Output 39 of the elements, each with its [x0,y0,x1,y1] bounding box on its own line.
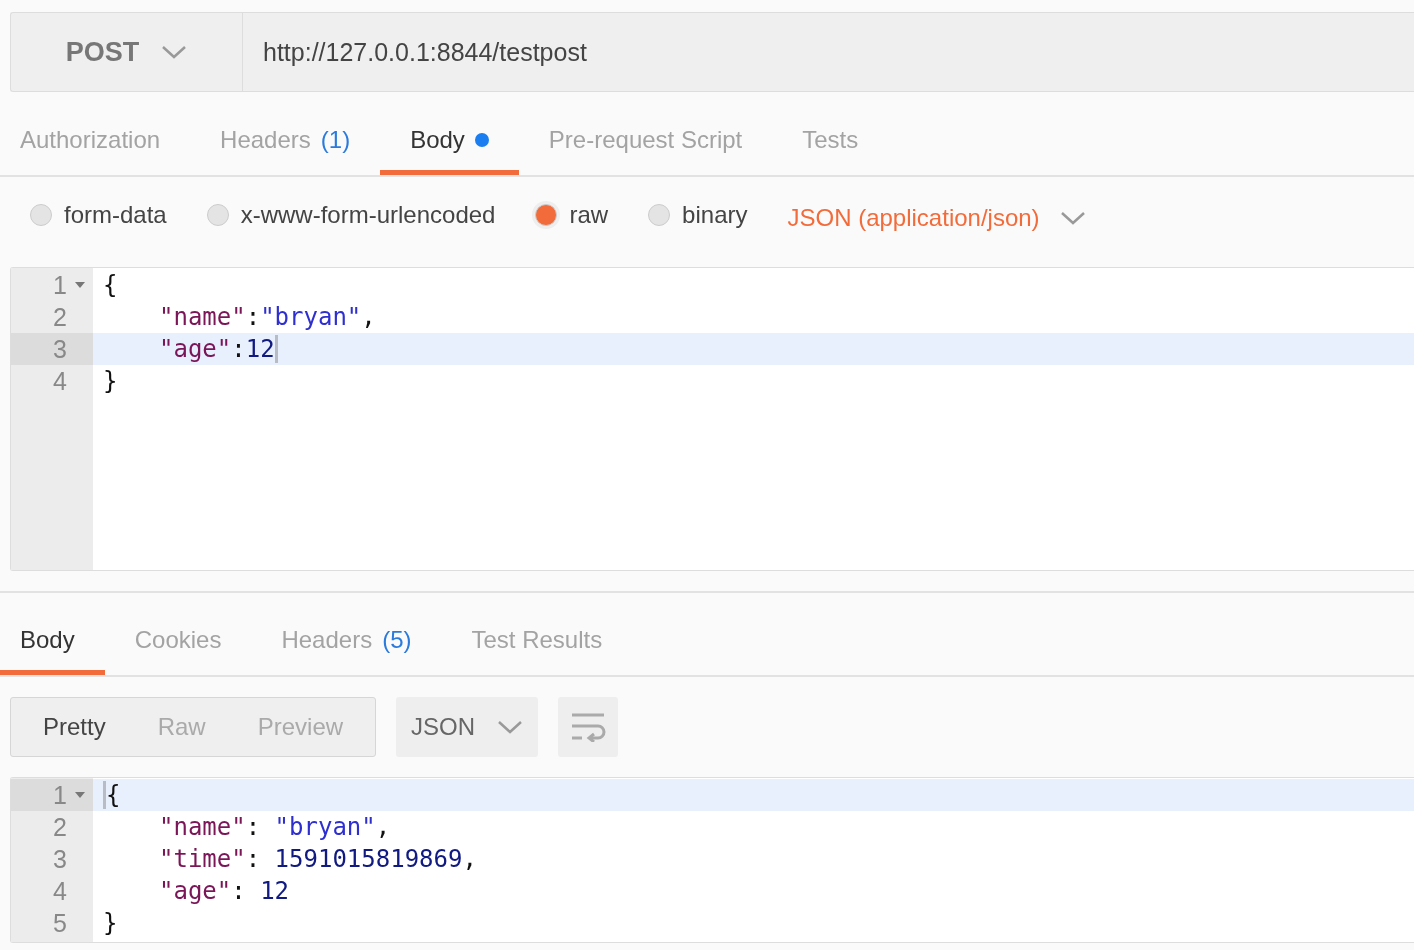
code-line: } [102,366,119,397]
line-number: 2 [52,812,67,842]
wrap-lines-icon [570,712,607,742]
radio-label[interactable]: binary [682,201,748,229]
radio-label[interactable]: x-www-form-urlencoded [240,201,496,229]
tab[interactable]: Body [380,109,519,175]
line-number: 5 [52,908,67,938]
line-number: 1 [52,780,67,810]
code-line: { [102,270,119,301]
line-number: 4 [52,876,67,906]
line-number: 3 [52,334,67,364]
line-number: 4 [52,366,67,396]
radio-button[interactable] [535,204,558,226]
fold-arrow-icon[interactable] [74,791,86,799]
code-editor[interactable]: 1 2 3 4 { "name":"bryan", "age":12 } [10,267,1414,571]
wrap-lines-button[interactable] [558,697,619,757]
code-editor[interactable]: 1 2 3 4 5 { "name": "bryan", "time": 1591015819869, "age": 12 } [10,777,1414,943]
radio-button[interactable] [206,204,229,226]
view-mode-button[interactable]: Pretty [17,698,132,756]
format-dropdown[interactable]: JSON [396,697,539,757]
radio-button[interactable] [30,204,52,226]
fold-arrow-icon[interactable] [74,281,86,289]
code-line: "name": "bryan", [158,812,392,843]
tab[interactable]: Headers (1) [190,109,381,175]
code-line: "name":"bryan", [158,302,377,333]
caret-icon [1059,210,1086,226]
code-line: "time": 1591015819869, [158,844,478,875]
radio-button[interactable] [648,204,671,226]
line-number: 2 [52,302,67,332]
radio-label[interactable]: form-data [64,201,167,229]
code-line: } [102,908,119,939]
caret-icon [497,719,524,735]
line-number: 3 [52,844,67,874]
tab[interactable]: Headers (5) [251,609,442,675]
code-line: "age": 12 [158,876,291,907]
radio-label[interactable]: raw [569,201,609,229]
tab[interactable]: Body [0,609,105,675]
content-type-dropdown[interactable]: JSON (application/json) [787,204,1086,232]
line-number: 1 [52,270,67,300]
